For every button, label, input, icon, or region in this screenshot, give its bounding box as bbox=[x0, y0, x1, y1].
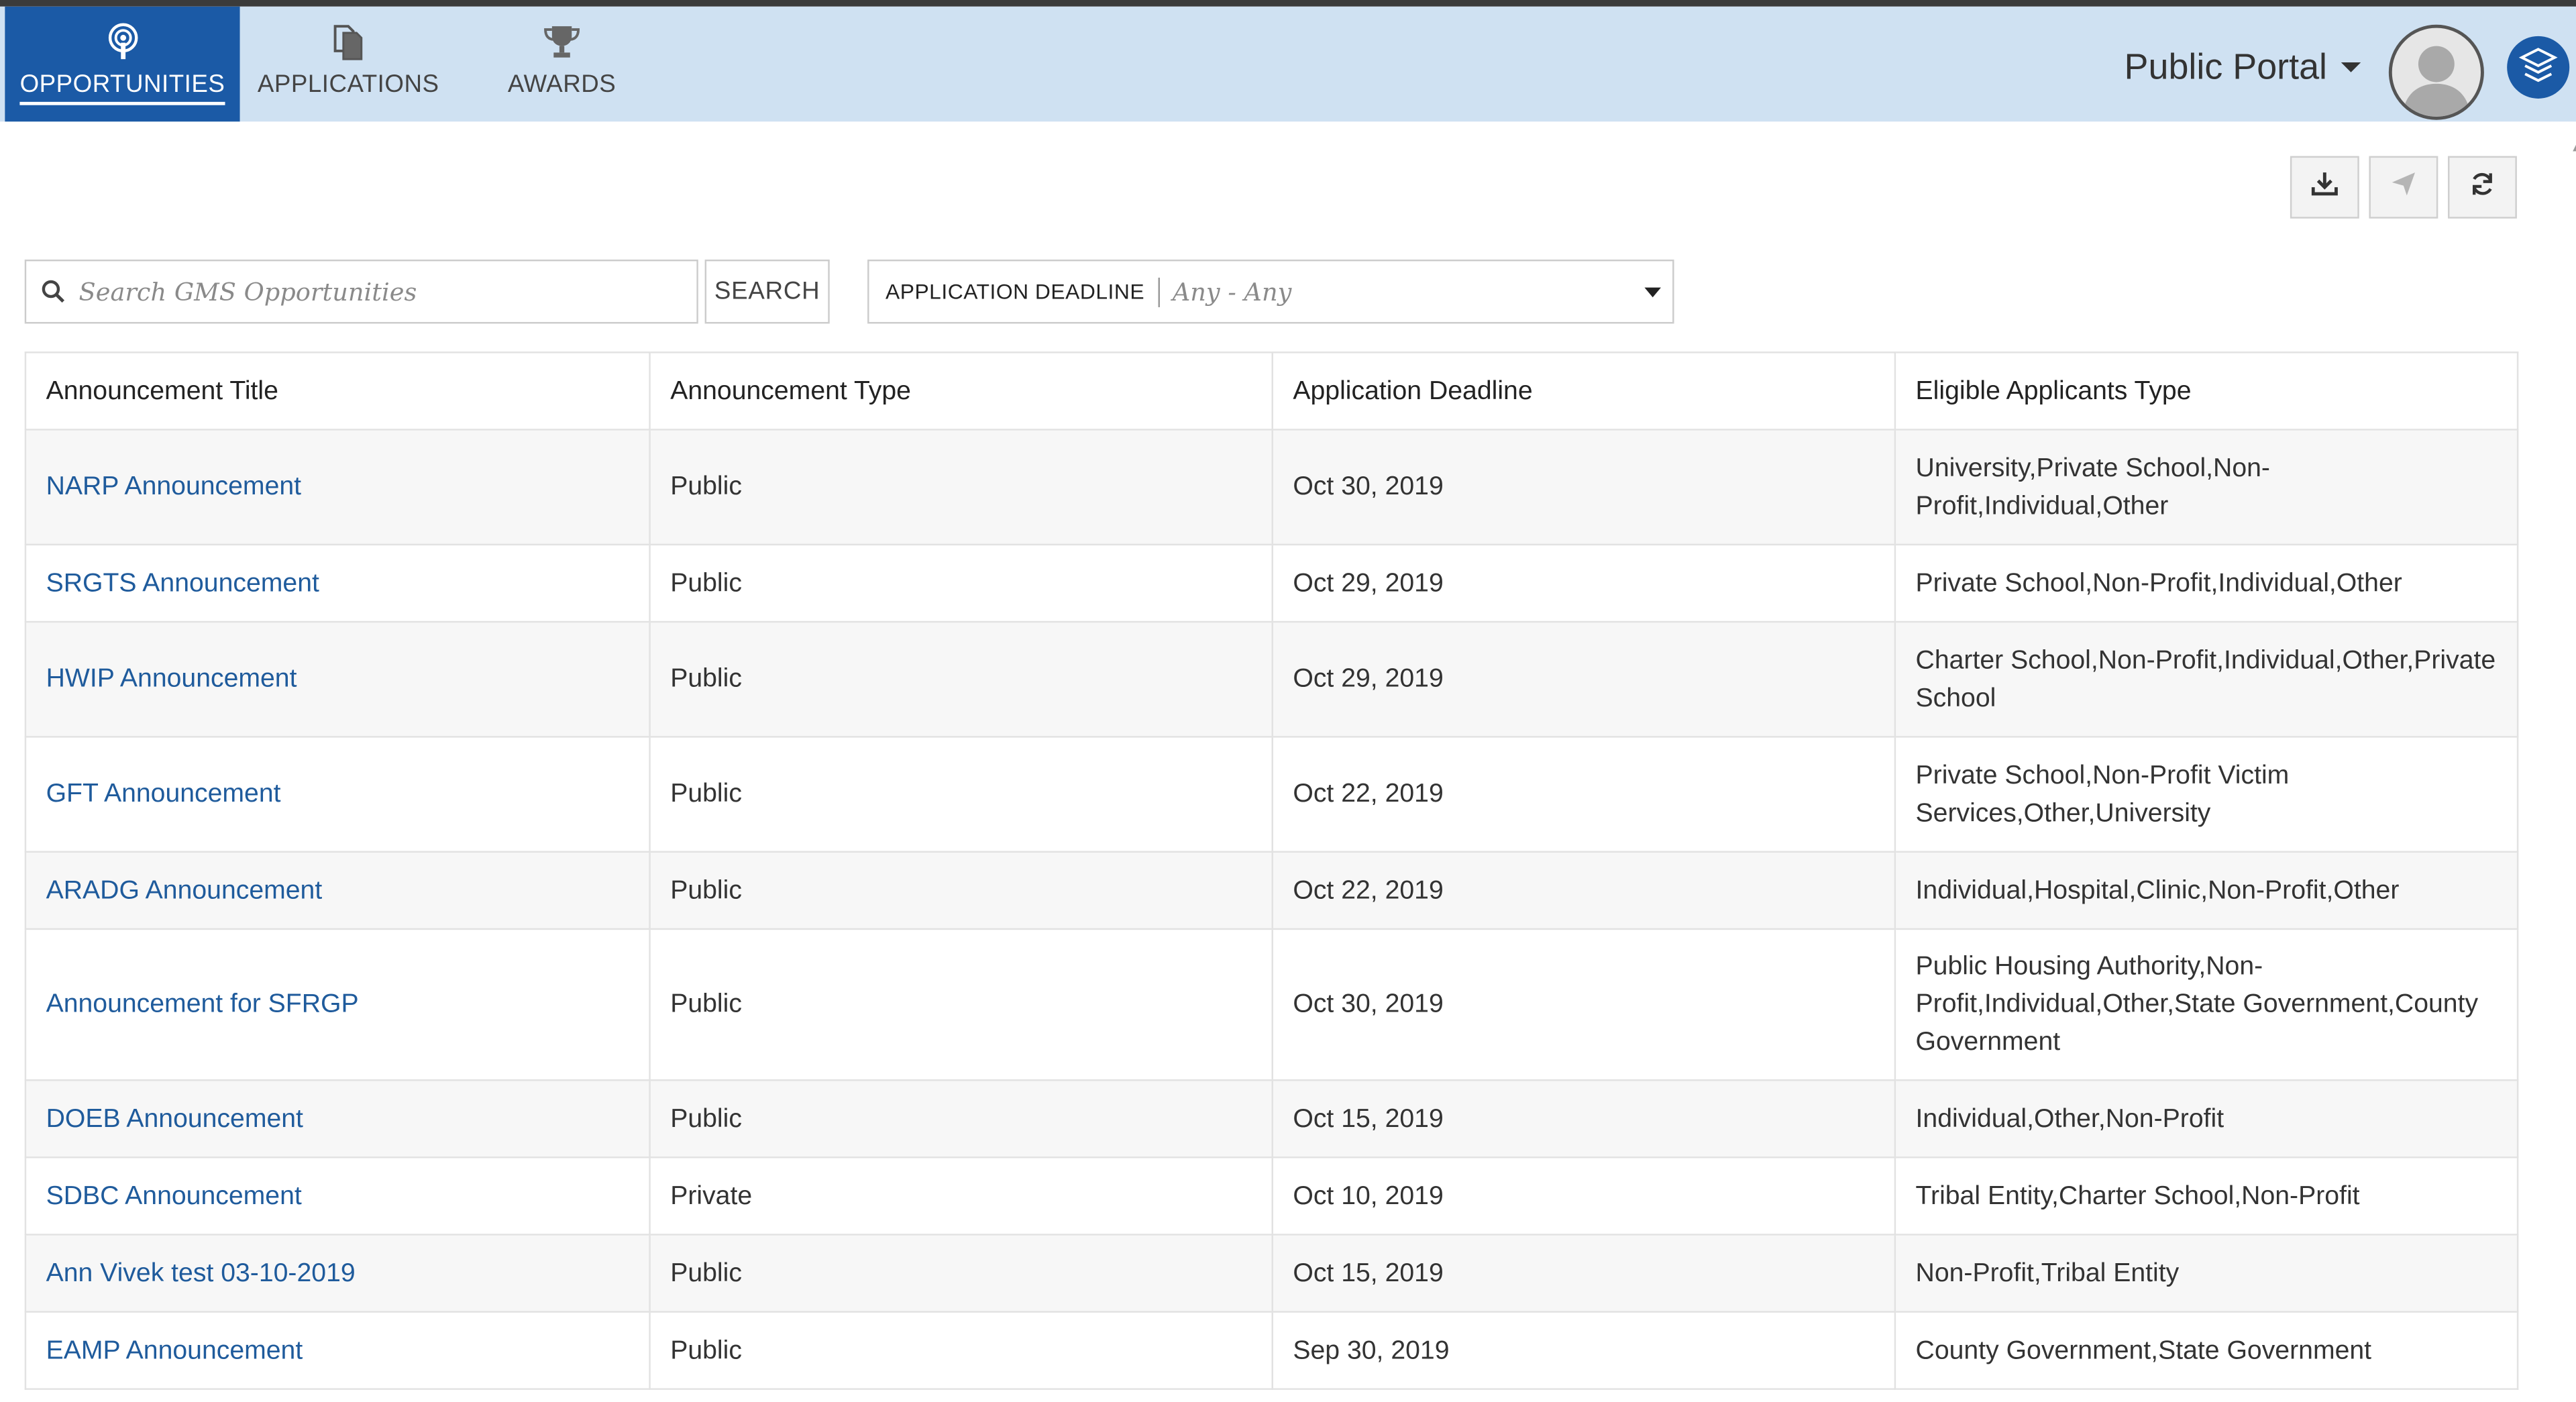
table-cell: Charter School,Non-Profit,Individual,Oth… bbox=[1894, 621, 2519, 738]
column-header-title[interactable]: Announcement Title bbox=[24, 352, 651, 431]
announcement-link[interactable]: DOEB Announcement bbox=[46, 1105, 303, 1133]
announcement-link[interactable]: HWIP Announcement bbox=[46, 665, 297, 694]
announcement-link[interactable]: NARP Announcement bbox=[46, 473, 301, 501]
divider bbox=[1157, 276, 1160, 307]
announcement-link[interactable]: SDBC Announcement bbox=[46, 1182, 302, 1210]
announcement-link[interactable]: EAMP Announcement bbox=[46, 1336, 303, 1364]
table-cell: Public bbox=[649, 1234, 1273, 1313]
table-cell: SDBC Announcement bbox=[24, 1156, 651, 1236]
search-icon bbox=[41, 279, 66, 304]
table-cell: Oct 10, 2019 bbox=[1271, 1156, 1896, 1236]
table-cell: NARP Announcement bbox=[24, 429, 651, 546]
table-cell: Public bbox=[649, 928, 1273, 1081]
table-row: GFT Announcement Public Oct 22, 2019 Pri… bbox=[24, 736, 2519, 853]
table-row: SDBC Announcement Private Oct 10, 2019 T… bbox=[24, 1156, 2519, 1236]
table-cell: Public bbox=[649, 429, 1273, 546]
caret-down-icon bbox=[2340, 62, 2361, 72]
podcast-icon bbox=[105, 23, 141, 62]
table-header-row: Announcement Title Announcement Type App… bbox=[24, 352, 2519, 431]
table-cell: DOEB Announcement bbox=[24, 1079, 651, 1158]
table-row: Announcement for SFRGP Public Oct 30, 20… bbox=[24, 928, 2519, 1081]
table-row: DOEB Announcement Public Oct 15, 2019 In… bbox=[24, 1079, 2519, 1158]
avatar[interactable] bbox=[2388, 24, 2484, 120]
table-cell: Public bbox=[649, 1311, 1273, 1390]
portal-label: Public Portal bbox=[2124, 46, 2328, 87]
tab-awards[interactable]: AWARDS bbox=[480, 7, 644, 121]
send-icon bbox=[2390, 170, 2416, 204]
download-button[interactable] bbox=[2290, 156, 2359, 219]
deadline-filter-label: APPLICATION DEADLINE bbox=[885, 279, 1145, 305]
table-cell: Ann Vivek test 03-10-2019 bbox=[24, 1234, 651, 1313]
trophy-icon bbox=[542, 23, 582, 62]
tab-applications[interactable]: APPLICATIONS bbox=[243, 7, 453, 121]
table-cell: Oct 22, 2019 bbox=[1271, 736, 1896, 853]
table-cell: Oct 29, 2019 bbox=[1271, 621, 1896, 738]
page: OPPORTUNITIES APPLICATIONS AWARDS Public… bbox=[0, 0, 2576, 1401]
tab-awards-label: AWARDS bbox=[507, 70, 616, 99]
table-cell: Oct 30, 2019 bbox=[1271, 429, 1896, 546]
table-cell: Public bbox=[649, 736, 1273, 853]
tab-applications-label: APPLICATIONS bbox=[257, 70, 439, 99]
table-row: EAMP Announcement Public Sep 30, 2019 Co… bbox=[24, 1311, 2519, 1390]
announcement-link[interactable]: GFT Announcement bbox=[46, 780, 281, 808]
download-icon bbox=[2311, 170, 2338, 204]
documents-icon bbox=[330, 23, 366, 62]
table-cell: Sep 30, 2019 bbox=[1271, 1311, 1896, 1390]
table-cell: Public bbox=[649, 621, 1273, 738]
table-cell: County Government,State Government bbox=[1894, 1311, 2519, 1390]
table-cell: EAMP Announcement bbox=[24, 1311, 651, 1390]
table-row: NARP Announcement Public Oct 30, 2019 Un… bbox=[24, 429, 2519, 546]
table-cell: Oct 29, 2019 bbox=[1271, 543, 1896, 623]
announcement-link[interactable]: SRGTS Announcement bbox=[46, 570, 319, 598]
search-button[interactable]: SEARCH bbox=[704, 259, 830, 324]
table-row: Ann Vivek test 03-10-2019 Public Oct 15,… bbox=[24, 1234, 2519, 1313]
refresh-icon bbox=[2469, 170, 2496, 204]
announcement-link[interactable]: ARADG Announcement bbox=[46, 877, 323, 905]
table-row: SRGTS Announcement Public Oct 29, 2019 P… bbox=[24, 543, 2519, 623]
table-cell: Individual,Other,Non-Profit bbox=[1894, 1079, 2519, 1158]
table-cell: Public bbox=[649, 543, 1273, 623]
caret-down-icon bbox=[1644, 287, 1661, 298]
table-cell: Private School,Non-Profit Victim Service… bbox=[1894, 736, 2519, 853]
opportunities-table: Announcement Title Announcement Type App… bbox=[24, 352, 2519, 1390]
search-field[interactable] bbox=[24, 259, 698, 324]
table-cell: Oct 15, 2019 bbox=[1271, 1079, 1896, 1158]
table-cell: Announcement for SFRGP bbox=[24, 928, 651, 1081]
deadline-filter-value: Any - Any bbox=[1172, 276, 1292, 307]
table-cell: Public bbox=[649, 1079, 1273, 1158]
table-cell: University,Private School,Non-Profit,Ind… bbox=[1894, 429, 2519, 546]
table-cell: Oct 15, 2019 bbox=[1271, 1234, 1896, 1313]
table-cell: ARADG Announcement bbox=[24, 851, 651, 930]
column-header-type[interactable]: Announcement Type bbox=[649, 352, 1273, 431]
table-cell: HWIP Announcement bbox=[24, 621, 651, 738]
table-cell: Public Housing Authority,Non-Profit,Indi… bbox=[1894, 928, 2519, 1081]
column-header-deadline[interactable]: Application Deadline bbox=[1271, 352, 1896, 431]
table-row: ARADG Announcement Public Oct 22, 2019 I… bbox=[24, 851, 2519, 930]
table-row: HWIP Announcement Public Oct 29, 2019 Ch… bbox=[24, 621, 2519, 738]
table-cell: Non-Profit,Tribal Entity bbox=[1894, 1234, 2519, 1313]
table-cell: Individual,Hospital,Clinic,Non-Profit,Ot… bbox=[1894, 851, 2519, 930]
announcement-link[interactable]: Announcement for SFRGP bbox=[46, 991, 359, 1019]
table-cell: Private School,Non-Profit,Individual,Oth… bbox=[1894, 543, 2519, 623]
table-cell: Oct 30, 2019 bbox=[1271, 928, 1896, 1081]
announcement-link[interactable]: Ann Vivek test 03-10-2019 bbox=[46, 1259, 356, 1287]
browser-top-strip bbox=[0, 0, 2576, 7]
table-cell: Private bbox=[649, 1156, 1273, 1236]
table-cell: Public bbox=[649, 851, 1273, 930]
deadline-filter-dropdown[interactable]: APPLICATION DEADLINE Any - Any bbox=[867, 259, 1674, 324]
refresh-button[interactable] bbox=[2448, 156, 2517, 219]
send-button[interactable] bbox=[2369, 156, 2438, 219]
tab-opportunities[interactable]: OPPORTUNITIES bbox=[5, 6, 240, 122]
table-cell: Oct 22, 2019 bbox=[1271, 851, 1896, 930]
column-header-eligible[interactable]: Eligible Applicants Type bbox=[1894, 352, 2519, 431]
portal-dropdown[interactable]: Public Portal bbox=[2124, 46, 2361, 89]
table-cell: Tribal Entity,Charter School,Non-Profit bbox=[1894, 1156, 2519, 1236]
org-logo-icon bbox=[2507, 36, 2570, 99]
table-cell: GFT Announcement bbox=[24, 736, 651, 853]
tab-opportunities-label: OPPORTUNITIES bbox=[19, 70, 225, 105]
scrollbar-arrow-icon[interactable]: ▲ bbox=[2569, 138, 2576, 156]
table-cell: SRGTS Announcement bbox=[24, 543, 651, 623]
search-input[interactable] bbox=[75, 275, 674, 309]
top-nav: OPPORTUNITIES APPLICATIONS AWARDS Public… bbox=[0, 6, 2576, 122]
